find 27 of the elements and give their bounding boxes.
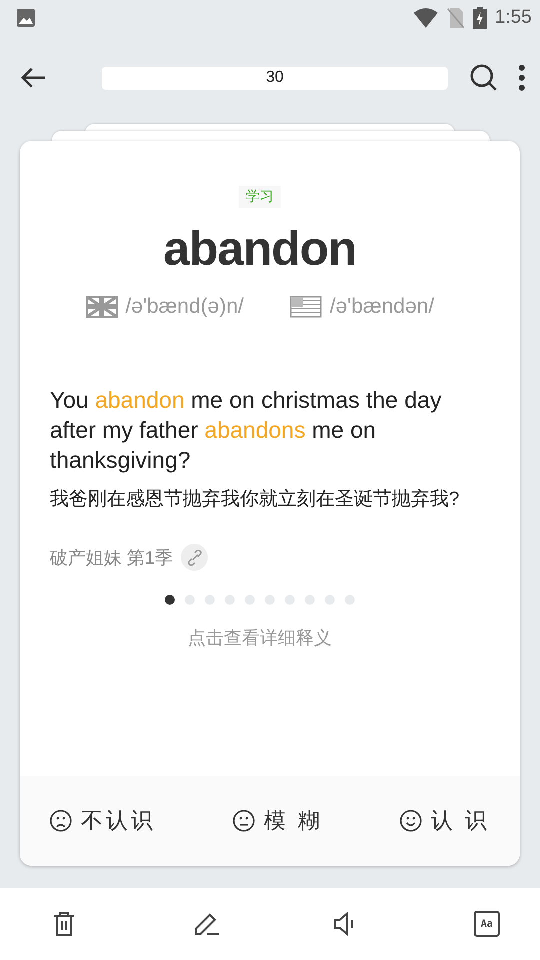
- counter-field[interactable]: 30: [102, 66, 448, 90]
- more-menu-icon[interactable]: [518, 64, 526, 92]
- font-button[interactable]: Aa: [474, 911, 500, 937]
- flag-icon: [86, 296, 118, 318]
- image-icon: [16, 8, 36, 28]
- face-icon: [50, 810, 72, 832]
- flag-icon: [290, 296, 322, 318]
- tag-label: 学习: [239, 186, 281, 208]
- headword: abandon: [164, 222, 356, 277]
- answer-button[interactable]: 模 糊: [232, 806, 323, 836]
- wifi-icon: [413, 8, 440, 28]
- battery-icon: [473, 7, 488, 29]
- link-button[interactable]: [181, 544, 208, 571]
- face-icon: [232, 810, 255, 832]
- answer-button[interactable]: 不认识: [50, 806, 156, 836]
- link-icon: [188, 550, 202, 566]
- back-arrow-icon[interactable]: [20, 67, 46, 89]
- no-sim-icon: [447, 7, 466, 29]
- translation-text: 我爸刚在感恩节抛弃我你就立刻在圣诞节抛弃我?: [50, 488, 461, 512]
- answer-button[interactable]: 认 识: [400, 806, 490, 836]
- source-text: 破产姐妹 第1季: [50, 546, 174, 570]
- example-sentence: You abandon me on christmas the day after my father abandons me on thanksgiving?: [50, 386, 443, 475]
- pencil-icon[interactable]: [192, 911, 219, 937]
- status-time: 1:55: [495, 7, 532, 29]
- search-icon[interactable]: [470, 64, 498, 92]
- face-icon: [400, 810, 422, 832]
- page-dot[interactable]: [165, 595, 175, 605]
